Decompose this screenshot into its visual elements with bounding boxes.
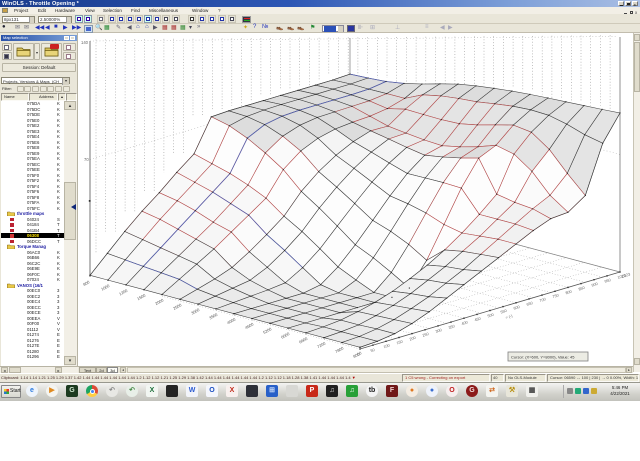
svg-text:650: 650 — [526, 301, 533, 307]
svg-text:200: 200 — [409, 336, 416, 342]
svg-text:800: 800 — [565, 290, 572, 296]
svg-text:500: 500 — [487, 313, 494, 319]
svg-text:100: 100 — [383, 343, 390, 349]
svg-text:7800: 7800 — [334, 345, 345, 354]
svg-text:4600: 4600 — [244, 321, 255, 330]
svg-text:1000: 1000 — [100, 283, 111, 292]
svg-text:1500: 1500 — [136, 292, 147, 301]
svg-text:140: 140 — [81, 40, 89, 45]
svg-text:350: 350 — [448, 324, 455, 330]
svg-text:4000: 4000 — [226, 316, 237, 325]
svg-text:750: 750 — [552, 293, 559, 299]
svg-text:900: 900 — [591, 282, 598, 288]
svg-text:850: 850 — [578, 286, 585, 292]
svg-text:Cursor: (X=600, Y=8000), Value: Cursor: (X=600, Y=8000), Value: 45 — [511, 355, 575, 360]
svg-text:2500: 2500 — [172, 302, 183, 311]
svg-text:800: 800 — [82, 279, 91, 287]
svg-text:3500: 3500 — [208, 312, 219, 321]
svg-text:6000: 6000 — [280, 331, 291, 340]
svg-text:7200: 7200 — [316, 340, 327, 349]
svg-text:3000: 3000 — [190, 307, 201, 316]
svg-text:300: 300 — [435, 328, 442, 334]
svg-text:= (-): = (-) — [505, 314, 514, 320]
svg-text:50: 50 — [370, 348, 375, 353]
svg-text:400: 400 — [461, 320, 468, 326]
svg-text:600: 600 — [513, 305, 520, 311]
svg-text:70: 70 — [84, 157, 89, 162]
svg-text:700: 700 — [539, 297, 546, 303]
svg-text:5200: 5200 — [262, 326, 273, 335]
svg-text:250: 250 — [422, 332, 429, 338]
svg-text:2000: 2000 — [154, 297, 165, 306]
svg-text:6600: 6600 — [298, 336, 309, 345]
svg-text:450: 450 — [474, 317, 481, 323]
svg-text:1200: 1200 — [118, 288, 129, 297]
svg-text:150: 150 — [396, 340, 403, 346]
svg-text:550: 550 — [500, 309, 507, 315]
svg-text:1023: 1023 — [621, 271, 632, 279]
svg-text:950: 950 — [604, 278, 611, 284]
